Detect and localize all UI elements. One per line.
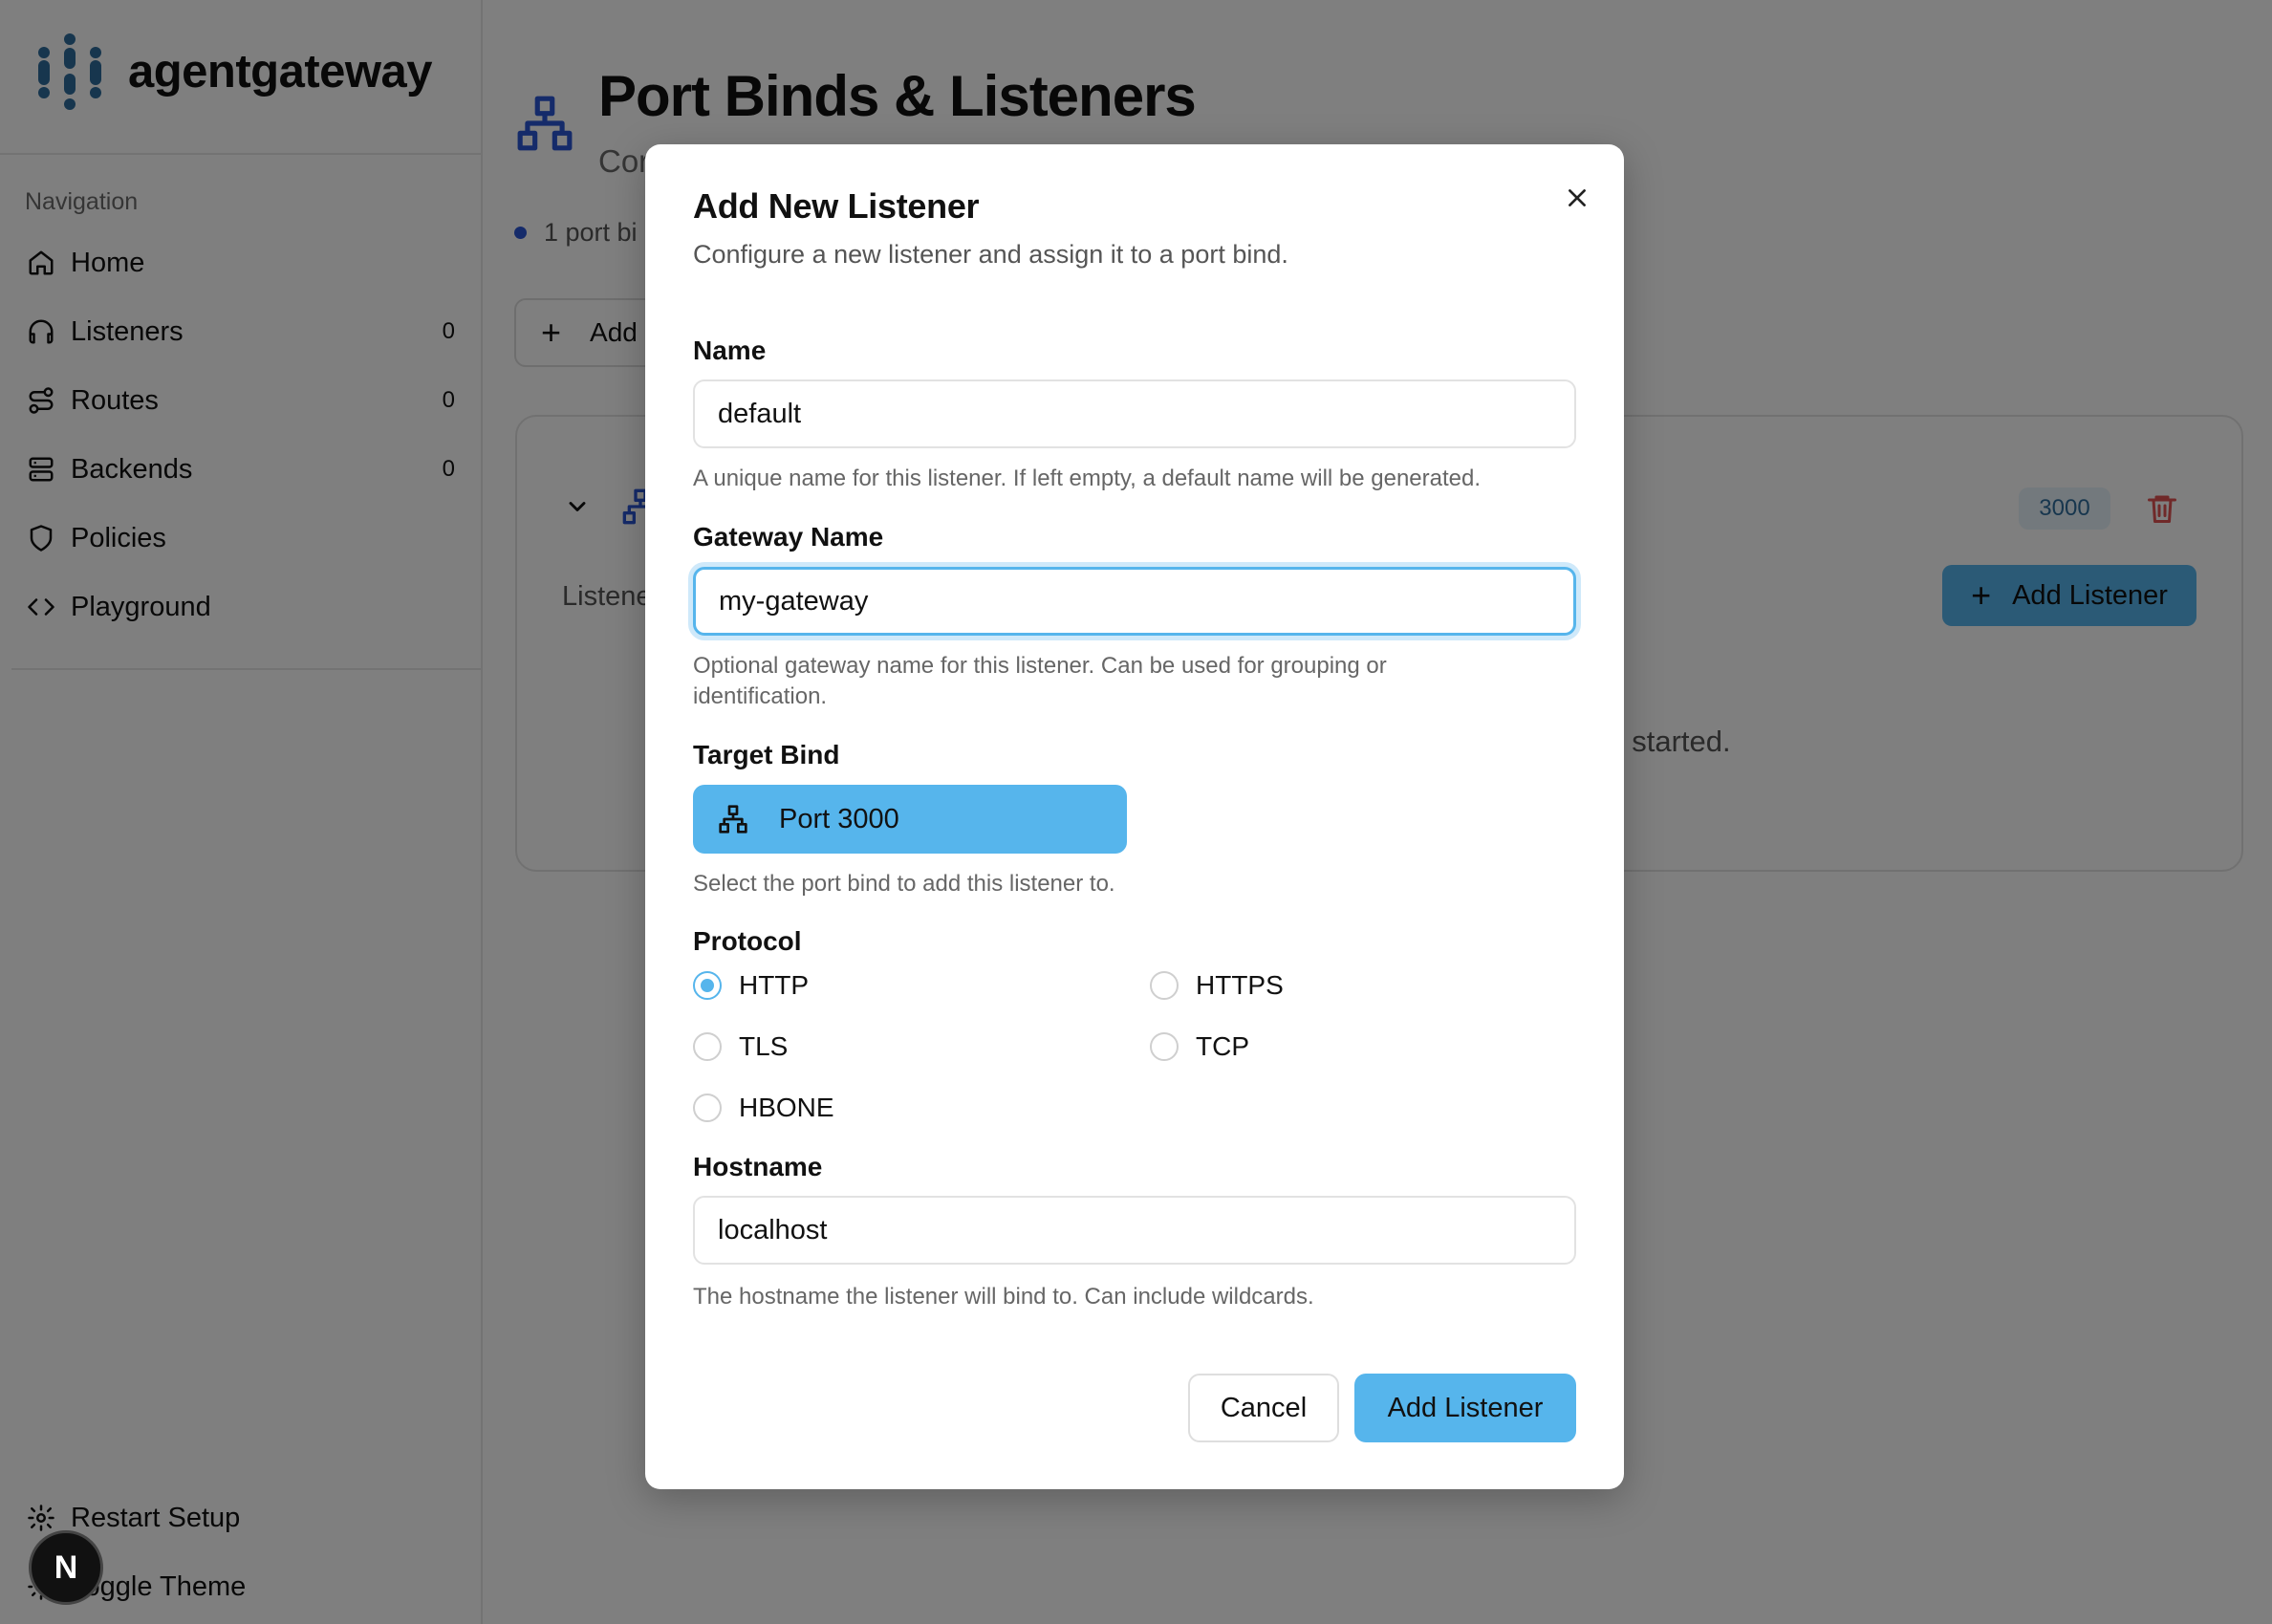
hostname-label: Hostname <box>693 1152 823 1181</box>
protocol-option-label: TLS <box>739 1031 789 1061</box>
protocol-option-label: TCP <box>1196 1031 1249 1061</box>
hostname-help: The hostname the listener will bind to. … <box>693 1284 1314 1310</box>
protocol-option-tls[interactable]: TLS <box>693 1031 788 1062</box>
gateway-help-line2: identification. <box>693 683 828 709</box>
gateway-name-input[interactable] <box>693 567 1576 636</box>
gateway-help-line1: Optional gateway name for this listener.… <box>693 653 1387 679</box>
target-bind-label-text: Port 3000 <box>779 803 899 834</box>
target-bind-port-3000[interactable]: Port 3000 <box>693 785 1127 854</box>
add-listener-button[interactable]: Add Listener <box>1354 1374 1576 1442</box>
protocol-option-label: HTTPS <box>1196 970 1284 1000</box>
close-button[interactable] <box>1558 179 1596 217</box>
cancel-button[interactable]: Cancel <box>1188 1374 1339 1442</box>
radio[interactable] <box>693 1093 722 1122</box>
protocol-option-hbone[interactable]: HBONE <box>693 1093 834 1123</box>
radio-selected[interactable] <box>693 971 722 1000</box>
gateway-name-help: Optional gateway name for this listener.… <box>693 651 1387 712</box>
dialog-description: Configure a new listener and assign it t… <box>693 240 1288 269</box>
protocol-option-label: HBONE <box>739 1093 834 1122</box>
protocol-option-tcp[interactable]: TCP <box>1150 1031 1249 1062</box>
dialog-title: Add New Listener <box>693 186 980 226</box>
hostname-input[interactable] <box>693 1196 1576 1265</box>
radio[interactable] <box>1150 971 1179 1000</box>
gateway-name-label: Gateway Name <box>693 522 884 552</box>
protocol-option-label: HTTP <box>739 970 810 1000</box>
radio[interactable] <box>1150 1032 1179 1061</box>
add-listener-dialog: Add New Listener Configure a new listene… <box>645 144 1624 1489</box>
close-icon <box>1569 189 1586 206</box>
name-help: A unique name for this listener. If left… <box>693 466 1482 491</box>
name-label: Name <box>693 336 767 365</box>
protocol-label: Protocol <box>693 926 802 956</box>
network-icon <box>719 805 747 834</box>
protocol-option-https[interactable]: HTTPS <box>1150 970 1284 1001</box>
radio[interactable] <box>693 1032 722 1061</box>
protocol-option-http[interactable]: HTTP <box>693 970 809 1001</box>
target-bind-label: Target Bind <box>693 740 840 769</box>
target-bind-help: Select the port bind to add this listene… <box>693 871 1115 897</box>
dev-tools-badge[interactable]: N <box>29 1530 103 1605</box>
name-input[interactable] <box>693 379 1576 448</box>
